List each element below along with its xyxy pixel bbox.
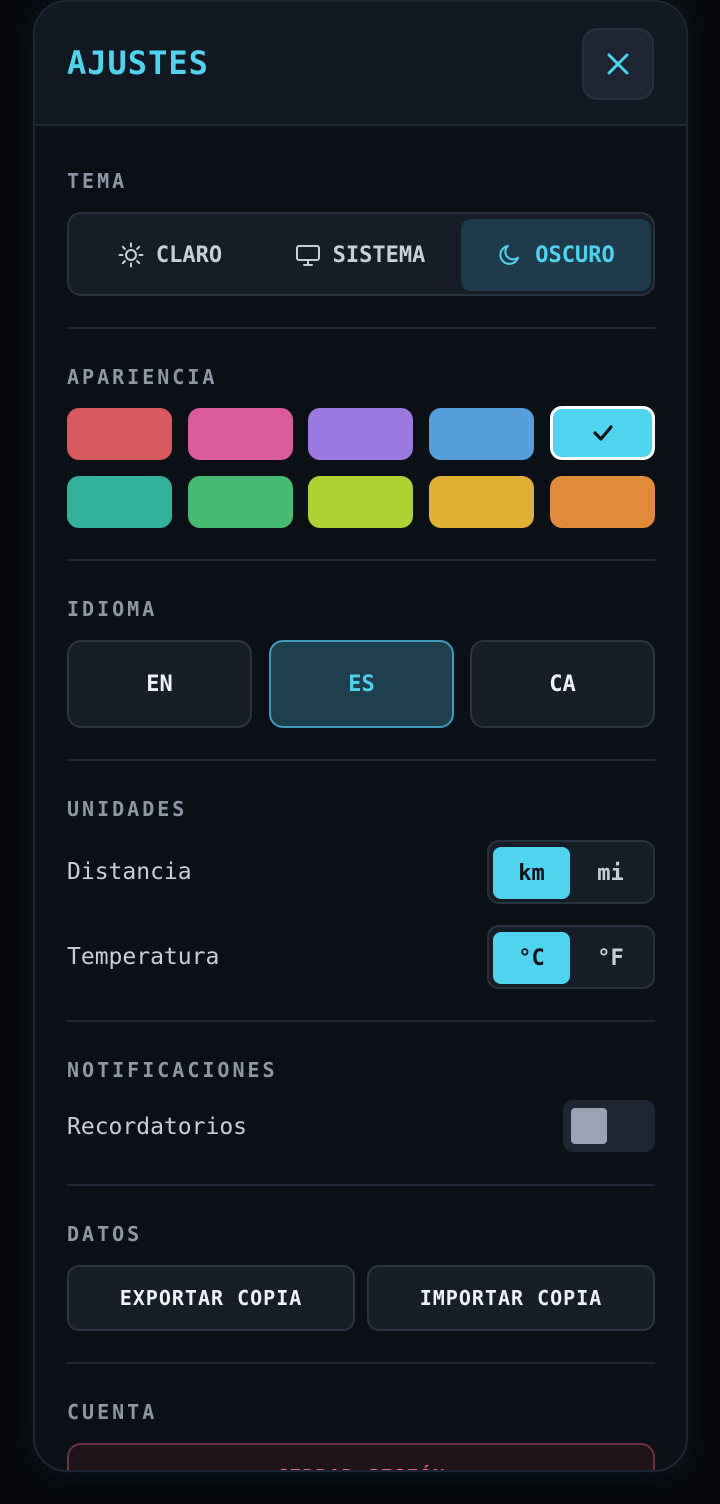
theme-option-label: SISTEMA [332,242,426,268]
import-backup-button[interactable]: IMPORTAR COPIA [367,1265,655,1331]
divider [67,1362,655,1364]
section-label-notifications: NOTIFICACIONES [67,1058,278,1082]
distance-option-mi[interactable]: mi [572,847,649,899]
reminders-label: Recordatorios [67,1114,248,1140]
settings-header: AJUSTES [35,2,686,126]
close-icon [607,53,629,75]
distance-option-km[interactable]: km [493,847,570,899]
temperature-option-fahrenheit[interactable]: °F [572,932,649,984]
color-swatch-cyan[interactable] [550,406,655,460]
color-swatch-orange[interactable] [550,476,655,528]
theme-option-label: OSCURO [535,242,615,268]
color-swatch-yellow[interactable] [429,476,534,528]
page-title: AJUSTES [67,44,209,82]
section-label-language: IDIOMA [67,597,158,621]
moon-icon [499,245,520,265]
color-swatch-green[interactable] [188,476,293,528]
divider [67,327,655,329]
toggle-knob [571,1108,607,1144]
language-option-es[interactable]: ES [269,640,454,728]
distance-label: Distancia [67,859,192,885]
theme-option-dark[interactable]: OSCURO [461,219,651,291]
color-swatch-blue[interactable] [429,408,534,460]
section-label-units: UNIDADES [67,797,188,821]
export-backup-button[interactable]: EXPORTAR COPIA [67,1265,355,1331]
check-icon [592,425,613,441]
color-swatch-purple[interactable] [308,408,413,460]
distance-unit-selector: km mi [487,840,655,904]
settings-panel: AJUSTES TEMA CLARO SISTEMA OSCURO APARIE… [33,0,688,1472]
color-swatch-teal[interactable] [67,476,172,528]
theme-option-light[interactable]: CLARO [75,219,265,291]
reminders-toggle[interactable] [563,1100,655,1152]
monitor-icon [295,245,320,266]
section-label-appearance: APARIENCIA [67,365,218,389]
language-option-ca[interactable]: CA [470,640,655,728]
theme-option-system[interactable]: SISTEMA [265,219,455,291]
section-label-theme: TEMA [67,169,128,193]
language-option-en[interactable]: EN [67,640,252,728]
logout-button[interactable]: CERRAR SESIÓN [67,1443,655,1470]
temperature-unit-selector: °C °F [487,925,655,989]
color-swatch-lime[interactable] [308,476,413,528]
color-swatch-pink[interactable] [188,408,293,460]
divider [67,559,655,561]
divider [67,1020,655,1022]
divider [67,759,655,761]
theme-option-label: CLARO [155,242,223,268]
section-label-account: CUENTA [67,1400,158,1424]
sun-icon [118,242,144,268]
theme-selector: CLARO SISTEMA OSCURO [67,212,655,296]
color-swatch-red[interactable] [67,408,172,460]
temperature-label: Temperatura [67,944,220,970]
close-button[interactable] [582,28,654,100]
temperature-option-celsius[interactable]: °C [493,932,570,984]
divider [67,1184,655,1186]
section-label-data: DATOS [67,1222,143,1246]
